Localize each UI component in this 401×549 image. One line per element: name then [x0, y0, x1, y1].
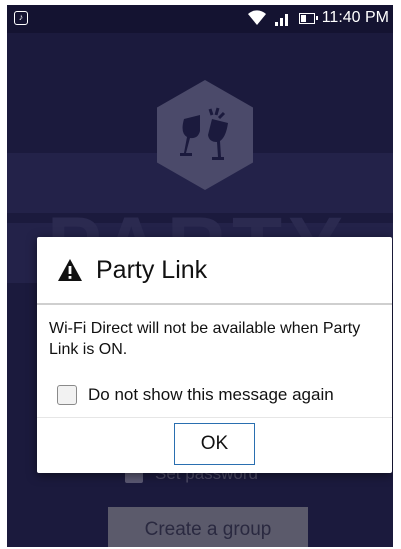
create-group-button[interactable]: Create a group	[108, 507, 308, 547]
phone-screen: ♪ 11:40 PM PARTY Set password Create a g…	[7, 5, 393, 547]
dialog-divider	[37, 303, 392, 305]
wifi-icon	[247, 10, 266, 25]
ok-button[interactable]: OK	[174, 423, 255, 465]
dont-show-again-row[interactable]: Do not show this message again	[57, 385, 334, 405]
dialog-message: Wi-Fi Direct will not be available when …	[49, 320, 361, 358]
party-link-dialog: Party Link Wi-Fi Direct will not be avai…	[37, 237, 392, 473]
signal-icon	[274, 14, 288, 26]
status-time: 11:40 PM	[321, 9, 389, 26]
dialog-header: Party Link	[37, 237, 392, 303]
status-bar: ♪ 11:40 PM	[7, 5, 393, 33]
warning-icon	[58, 259, 82, 281]
dialog-button-divider	[37, 417, 392, 418]
toast-glasses-icon	[180, 107, 228, 160]
status-icons: 11:40 PM	[247, 9, 389, 27]
dialog-title: Party Link	[96, 255, 208, 284]
battery-icon	[298, 12, 318, 24]
dont-show-again-label: Do not show this message again	[88, 385, 334, 404]
dont-show-again-checkbox[interactable]	[57, 385, 77, 405]
notification-icon: ♪	[14, 11, 28, 25]
